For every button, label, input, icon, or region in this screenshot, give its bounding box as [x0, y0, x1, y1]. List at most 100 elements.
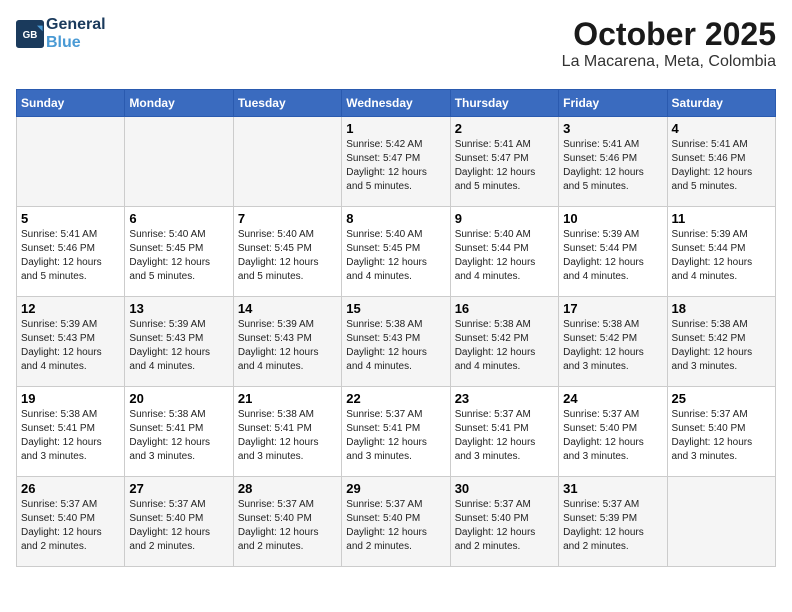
- day-info-text: and 4 minutes.: [455, 270, 554, 284]
- calendar-cell: 14Sunrise: 5:39 AMSunset: 5:43 PMDayligh…: [233, 297, 341, 387]
- day-number: 27: [129, 481, 228, 496]
- day-number: 20: [129, 391, 228, 406]
- day-info-text: and 3 minutes.: [563, 450, 662, 464]
- day-info-text: Sunset: 5:45 PM: [346, 242, 445, 256]
- title-section: October 2025 La Macarena, Meta, Colombia: [562, 16, 776, 71]
- day-header-monday: Monday: [125, 90, 233, 117]
- day-header-wednesday: Wednesday: [342, 90, 450, 117]
- day-info-text: and 3 minutes.: [455, 450, 554, 464]
- day-info-text: Daylight: 12 hours: [129, 346, 228, 360]
- day-number: 3: [563, 121, 662, 136]
- day-info-text: Sunrise: 5:38 AM: [21, 408, 120, 422]
- day-info-text: Sunrise: 5:39 AM: [129, 318, 228, 332]
- day-info-text: Sunset: 5:46 PM: [21, 242, 120, 256]
- day-info-text: Sunrise: 5:37 AM: [346, 408, 445, 422]
- day-info-text: Sunrise: 5:38 AM: [346, 318, 445, 332]
- logo-line1: General: [46, 16, 106, 34]
- day-info-text: Daylight: 12 hours: [346, 166, 445, 180]
- day-number: 31: [563, 481, 662, 496]
- day-info-text: Sunrise: 5:37 AM: [455, 408, 554, 422]
- day-info-text: Sunrise: 5:37 AM: [21, 498, 120, 512]
- day-info-text: Sunrise: 5:39 AM: [672, 228, 771, 242]
- day-info-text: and 3 minutes.: [21, 450, 120, 464]
- day-info-text: Sunset: 5:43 PM: [21, 332, 120, 346]
- day-info-text: Daylight: 12 hours: [238, 256, 337, 270]
- day-info-text: Daylight: 12 hours: [21, 436, 120, 450]
- day-info-text: and 2 minutes.: [129, 540, 228, 554]
- day-info-text: Sunrise: 5:37 AM: [672, 408, 771, 422]
- day-number: 30: [455, 481, 554, 496]
- calendar-cell: 5Sunrise: 5:41 AMSunset: 5:46 PMDaylight…: [17, 207, 125, 297]
- day-number: 18: [672, 301, 771, 316]
- day-number: 23: [455, 391, 554, 406]
- day-number: 22: [346, 391, 445, 406]
- day-info-text: Sunset: 5:40 PM: [346, 512, 445, 526]
- day-header-saturday: Saturday: [667, 90, 775, 117]
- day-info-text: Daylight: 12 hours: [672, 256, 771, 270]
- calendar-cell: 18Sunrise: 5:38 AMSunset: 5:42 PMDayligh…: [667, 297, 775, 387]
- calendar-cell: 6Sunrise: 5:40 AMSunset: 5:45 PMDaylight…: [125, 207, 233, 297]
- day-info-text: and 3 minutes.: [346, 450, 445, 464]
- day-info-text: and 3 minutes.: [563, 360, 662, 374]
- day-number: 2: [455, 121, 554, 136]
- day-info-text: and 2 minutes.: [455, 540, 554, 554]
- day-info-text: Sunset: 5:41 PM: [238, 422, 337, 436]
- calendar-week-1: 1Sunrise: 5:42 AMSunset: 5:47 PMDaylight…: [17, 117, 776, 207]
- day-info-text: Sunset: 5:41 PM: [129, 422, 228, 436]
- day-info-text: Sunset: 5:40 PM: [21, 512, 120, 526]
- calendar-cell: [667, 477, 775, 567]
- day-info-text: Sunset: 5:45 PM: [129, 242, 228, 256]
- day-info-text: Daylight: 12 hours: [455, 526, 554, 540]
- day-info-text: and 5 minutes.: [563, 180, 662, 194]
- month-title: October 2025: [562, 16, 776, 53]
- day-info-text: Sunset: 5:44 PM: [672, 242, 771, 256]
- calendar-cell: 7Sunrise: 5:40 AMSunset: 5:45 PMDaylight…: [233, 207, 341, 297]
- day-info-text: Sunset: 5:43 PM: [346, 332, 445, 346]
- day-info-text: Sunrise: 5:40 AM: [346, 228, 445, 242]
- day-info-text: Sunrise: 5:37 AM: [455, 498, 554, 512]
- day-info-text: Daylight: 12 hours: [455, 436, 554, 450]
- day-number: 8: [346, 211, 445, 226]
- calendar-cell: [125, 117, 233, 207]
- calendar-cell: 22Sunrise: 5:37 AMSunset: 5:41 PMDayligh…: [342, 387, 450, 477]
- day-info-text: Daylight: 12 hours: [563, 166, 662, 180]
- day-header-thursday: Thursday: [450, 90, 558, 117]
- day-info-text: Daylight: 12 hours: [129, 526, 228, 540]
- day-info-text: Sunset: 5:47 PM: [455, 152, 554, 166]
- calendar-table: SundayMondayTuesdayWednesdayThursdayFrid…: [16, 89, 776, 567]
- day-info-text: and 5 minutes.: [129, 270, 228, 284]
- day-info-text: Daylight: 12 hours: [238, 436, 337, 450]
- calendar-cell: 25Sunrise: 5:37 AMSunset: 5:40 PMDayligh…: [667, 387, 775, 477]
- calendar-header: SundayMondayTuesdayWednesdayThursdayFrid…: [17, 90, 776, 117]
- day-info-text: Sunset: 5:44 PM: [455, 242, 554, 256]
- day-info-text: Sunrise: 5:40 AM: [129, 228, 228, 242]
- calendar-cell: 29Sunrise: 5:37 AMSunset: 5:40 PMDayligh…: [342, 477, 450, 567]
- calendar-cell: [17, 117, 125, 207]
- day-info-text: and 3 minutes.: [672, 360, 771, 374]
- calendar-week-3: 12Sunrise: 5:39 AMSunset: 5:43 PMDayligh…: [17, 297, 776, 387]
- day-info-text: Sunset: 5:42 PM: [455, 332, 554, 346]
- day-info-text: Sunrise: 5:38 AM: [129, 408, 228, 422]
- day-number: 21: [238, 391, 337, 406]
- calendar-cell: 27Sunrise: 5:37 AMSunset: 5:40 PMDayligh…: [125, 477, 233, 567]
- calendar-week-4: 19Sunrise: 5:38 AMSunset: 5:41 PMDayligh…: [17, 387, 776, 477]
- day-info-text: Sunrise: 5:38 AM: [238, 408, 337, 422]
- day-number: 19: [21, 391, 120, 406]
- day-info-text: Sunset: 5:47 PM: [346, 152, 445, 166]
- day-info-text: Sunrise: 5:41 AM: [455, 138, 554, 152]
- calendar-cell: 11Sunrise: 5:39 AMSunset: 5:44 PMDayligh…: [667, 207, 775, 297]
- day-info-text: Daylight: 12 hours: [563, 346, 662, 360]
- calendar-cell: 10Sunrise: 5:39 AMSunset: 5:44 PMDayligh…: [559, 207, 667, 297]
- day-info-text: Sunrise: 5:41 AM: [672, 138, 771, 152]
- day-info-text: and 4 minutes.: [346, 360, 445, 374]
- day-info-text: and 2 minutes.: [238, 540, 337, 554]
- day-info-text: Sunset: 5:41 PM: [21, 422, 120, 436]
- day-info-text: and 3 minutes.: [129, 450, 228, 464]
- day-info-text: Daylight: 12 hours: [563, 526, 662, 540]
- day-number: 25: [672, 391, 771, 406]
- day-header-sunday: Sunday: [17, 90, 125, 117]
- day-info-text: Sunrise: 5:39 AM: [563, 228, 662, 242]
- calendar-cell: 2Sunrise: 5:41 AMSunset: 5:47 PMDaylight…: [450, 117, 558, 207]
- day-info-text: Daylight: 12 hours: [455, 256, 554, 270]
- day-info-text: and 5 minutes.: [346, 180, 445, 194]
